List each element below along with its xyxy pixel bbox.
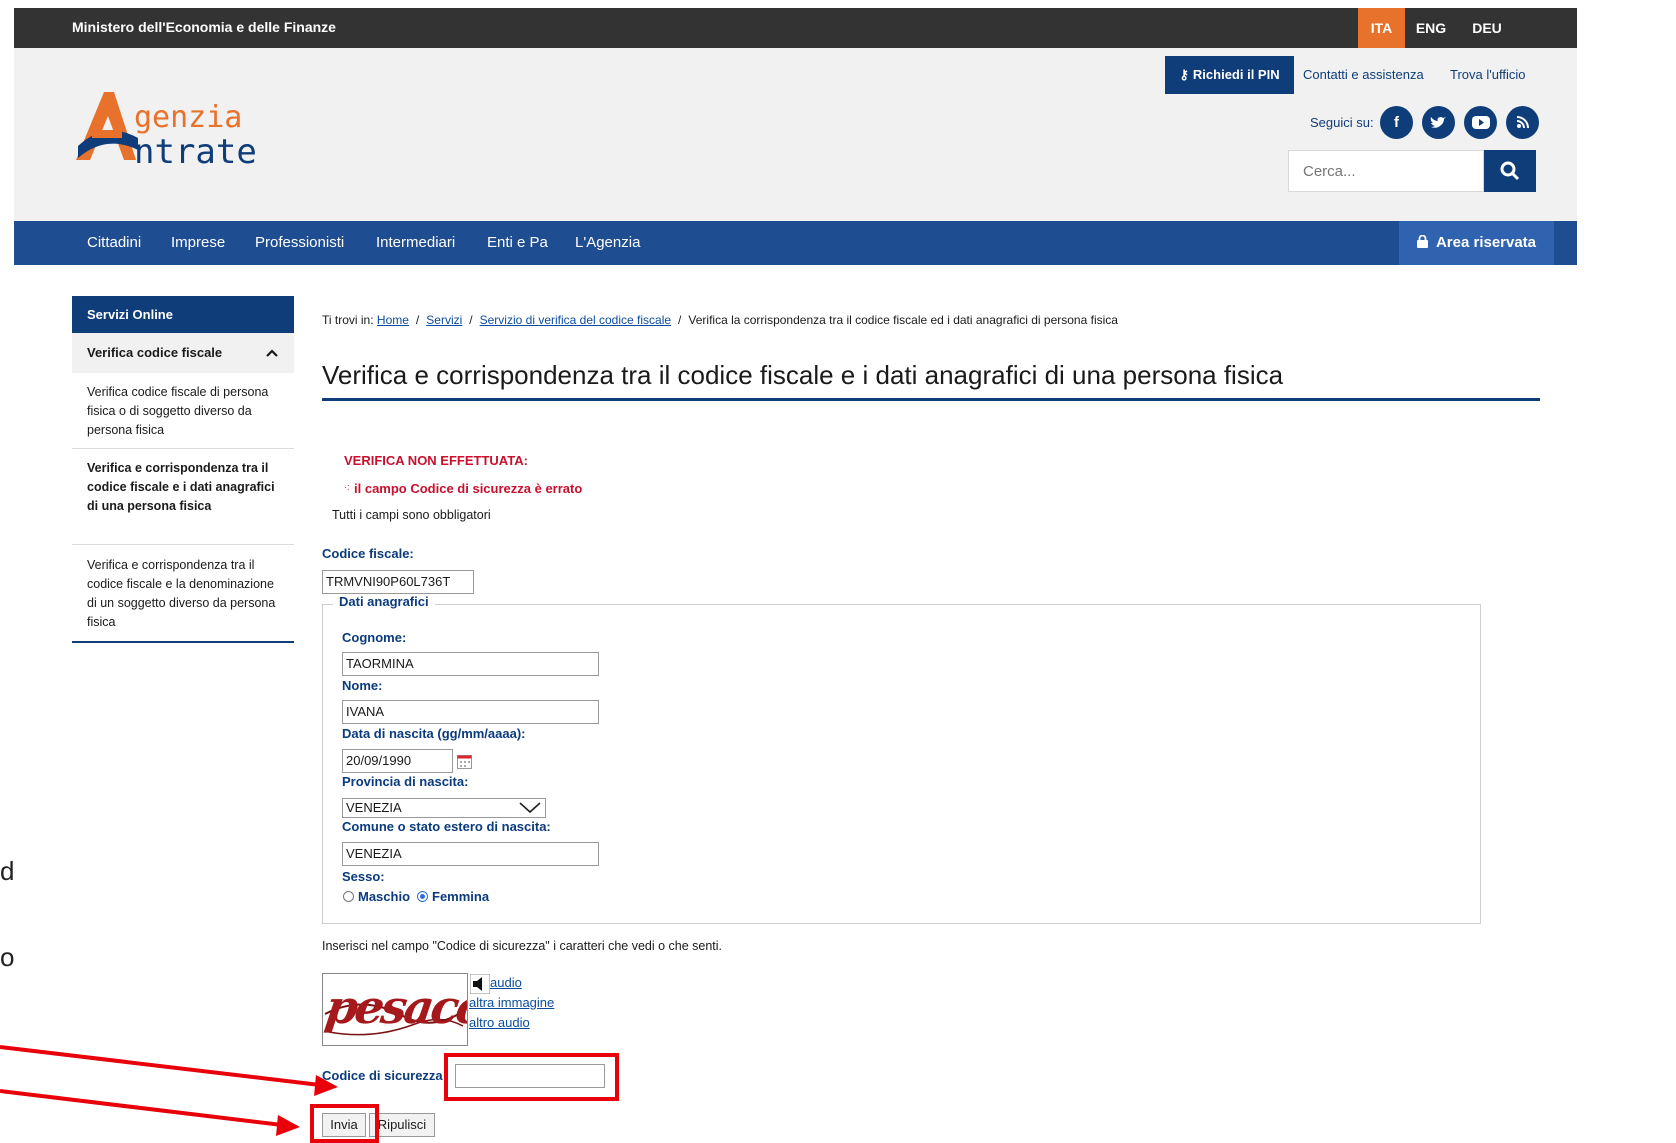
breadcrumb-prefix: Ti trovi in: <box>322 313 374 327</box>
captcha-instruction: Inserisci nel campo "Codice di sicurezza… <box>322 939 723 953</box>
lang-deu[interactable]: DEU <box>1465 8 1509 48</box>
annotation-text-d: d <box>0 856 15 886</box>
data-nascita-input[interactable]: 20/09/1990 <box>342 749 453 773</box>
logo-line1: genzia <box>134 100 243 135</box>
breadcrumb-home[interactable]: Home <box>377 313 409 327</box>
error-title: VERIFICA NON EFFETTUATA: <box>344 453 528 468</box>
femmina-label: Femmina <box>432 889 490 904</box>
captcha-text: pesaccu <box>322 980 468 1034</box>
youtube-icon[interactable] <box>1464 106 1497 139</box>
nav-professionisti[interactable]: Professionisti <box>255 221 344 265</box>
twitter-icon[interactable] <box>1422 106 1455 139</box>
sidebar-item-verifica-dati-anagrafici[interactable]: Verifica e corrispondenza tra il codice … <box>72 459 294 545</box>
sidebar-item-verifica-denominazione[interactable]: Verifica e corrispondenza tra il codice … <box>72 556 294 643</box>
radio-maschio[interactable] <box>343 891 354 902</box>
sidebar-item-label: Verifica e corrispondenza tra il codice … <box>87 558 276 629</box>
captcha-image: pesaccu <box>322 973 468 1046</box>
area-riservata-button[interactable]: Area riservata <box>1399 221 1554 265</box>
breadcrumb-servizio[interactable]: Servizio di verifica del codice fiscale <box>480 313 671 327</box>
sesso-label: Sesso: <box>342 869 385 884</box>
find-office-link[interactable]: Trova l'ufficio <box>1450 56 1525 94</box>
cognome-input[interactable]: TAORMINA <box>342 652 599 676</box>
search-input[interactable] <box>1288 150 1484 192</box>
data-nascita-label: Data di nascita (gg/mm/aaaa): <box>342 726 526 741</box>
agenzia-entrate-logo[interactable]: genzia ntrate <box>70 86 330 176</box>
nav-intermediari[interactable]: Intermediari <box>376 221 455 265</box>
captcha-new-audio-link[interactable]: altro audio <box>469 1015 530 1030</box>
main-nav: Cittadini Imprese Professionisti Interme… <box>14 221 1577 265</box>
rss-icon[interactable] <box>1506 106 1539 139</box>
nav-enti-pa[interactable]: Enti e Pa <box>487 221 548 265</box>
chevron-up-icon <box>266 349 278 357</box>
chevron-down-icon <box>519 802 541 814</box>
search-icon <box>1500 161 1520 181</box>
cognome-label: Cognome: <box>342 630 407 645</box>
breadcrumb-servizi[interactable]: Servizi <box>426 313 462 327</box>
area-riservata-label: Area riservata <box>1435 234 1537 251</box>
page-title: Verifica e corrispondenza tra il codice … <box>322 360 1284 390</box>
sidebar-section-toggle[interactable]: Verifica codice fiscale <box>72 333 294 373</box>
facebook-icon[interactable]: f <box>1380 106 1413 139</box>
logo-line2: ntrate <box>134 132 257 172</box>
comune-label: Comune o stato estero di nascita: <box>342 819 551 834</box>
nome-input[interactable]: IVANA <box>342 700 599 724</box>
speaker-icon[interactable] <box>470 974 490 994</box>
provincia-select[interactable]: VENEZIA <box>342 798 546 818</box>
radio-femmina[interactable] <box>417 891 428 902</box>
captcha-audio-link[interactable]: audio <box>490 975 522 990</box>
highlight-box-security <box>444 1053 619 1101</box>
codice-fiscale-label: Codice fiscale: <box>322 546 414 561</box>
captcha-new-image-link[interactable]: altra immagine <box>469 995 554 1010</box>
provincia-label: Provincia di nascita: <box>342 774 469 789</box>
nav-cittadini[interactable]: Cittadini <box>87 221 141 265</box>
contacts-link[interactable]: Contatti e assistenza <box>1303 56 1424 94</box>
key-icon: ⚷ <box>1179 67 1189 82</box>
search-button[interactable] <box>1484 150 1536 192</box>
lang-ita[interactable]: ITA <box>1358 8 1405 48</box>
sidebar-item-verifica-cf[interactable]: Verifica codice fiscale di persona fisic… <box>72 383 294 449</box>
ministry-link[interactable]: Ministero dell'Economia e delle Finanze <box>72 19 336 35</box>
sidebar-item-label: Verifica codice fiscale di persona fisic… <box>87 385 269 437</box>
fieldset-legend: Dati anagrafici <box>333 594 435 609</box>
title-underline <box>322 398 1540 401</box>
codice-fiscale-input[interactable]: TRMVNI90P60L736T <box>322 570 474 594</box>
nav-agenzia[interactable]: L'Agenzia <box>575 221 640 265</box>
nav-imprese[interactable]: Imprese <box>171 221 225 265</box>
sidebar-section-label: Verifica codice fiscale <box>87 345 223 360</box>
sidebar-item-label: Verifica e corrispondenza tra il codice … <box>87 461 275 513</box>
nome-label: Nome: <box>342 678 383 693</box>
maschio-label: Maschio <box>358 889 411 904</box>
calendar-icon[interactable] <box>457 754 472 769</box>
provincia-value: VENEZIA <box>346 800 402 815</box>
breadcrumb: Ti trovi in: Home / Servizi / Servizio di ve… <box>322 313 1118 327</box>
sidebar-header: Servizi Online <box>72 296 294 333</box>
pin-label: Richiedi il PIN <box>1192 67 1280 82</box>
error-bullet-icon: ·: <box>344 482 350 492</box>
follow-label: Seguici su: <box>1310 115 1374 130</box>
breadcrumb-current: Verifica la corrispondenza tra il codice… <box>688 313 1118 327</box>
annotation-arrows <box>0 1045 338 1136</box>
lang-eng[interactable]: ENG <box>1409 8 1453 48</box>
required-note: Tutti i campi sono obbligatori <box>332 508 491 522</box>
site-header: genzia ntrate ⚷ Richiedi il PIN Contatti … <box>14 48 1577 221</box>
annotation-text-o: o <box>0 942 15 972</box>
request-pin-button[interactable]: ⚷ Richiedi il PIN <box>1165 56 1294 94</box>
lock-icon <box>1416 234 1428 248</box>
comune-input[interactable]: VENEZIA <box>342 842 599 866</box>
error-detail: il campo Codice di sicurezza è errato <box>354 481 583 496</box>
top-bar: Ministero dell'Economia e delle Finanze … <box>14 8 1577 48</box>
